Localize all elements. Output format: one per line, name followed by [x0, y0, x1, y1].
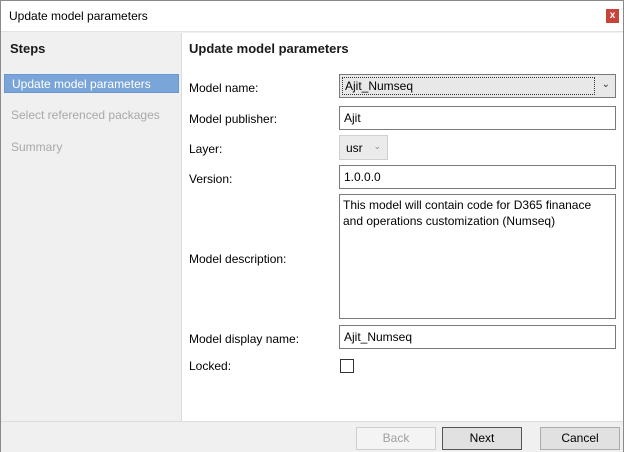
locked-label: Locked: [189, 359, 232, 373]
model-description-label: Model description: [189, 252, 287, 266]
step-update-model-parameters[interactable]: Update model parameters [4, 74, 179, 93]
version-label: Version: [189, 172, 233, 186]
title-bar: Update model parameters x [1, 1, 623, 32]
step-select-referenced-packages: Select referenced packages [11, 108, 160, 122]
version-input[interactable] [339, 165, 616, 189]
layer-label: Layer: [189, 142, 223, 156]
model-display-name-input[interactable] [339, 325, 616, 349]
close-icon[interactable]: x [606, 9, 619, 23]
window-title: Update model parameters [9, 9, 148, 23]
model-name-select[interactable]: Ajit_Numseq ⌄ [339, 74, 616, 98]
layer-value: usr [346, 141, 363, 155]
model-display-name-label: Model display name: [189, 332, 300, 346]
model-name-label: Model name: [189, 81, 259, 95]
steps-heading: Steps [10, 41, 46, 56]
dialog-footer: Back Next Cancel [1, 421, 623, 452]
step-summary: Summary [11, 140, 63, 154]
next-button[interactable]: Next [442, 427, 522, 450]
model-publisher-input[interactable] [339, 106, 616, 130]
model-publisher-label: Model publisher: [189, 112, 278, 126]
back-button[interactable]: Back [356, 427, 436, 450]
dialog-window: Update model parameters x Steps Update m… [0, 0, 624, 452]
model-description-textarea[interactable]: This model will contain code for D365 fi… [339, 194, 616, 319]
page-title: Update model parameters [189, 41, 349, 56]
main-panel: Update model parameters Model name: Ajit… [182, 33, 623, 421]
chevron-down-icon: ⌄ [373, 141, 381, 151]
model-name-value: Ajit_Numseq [342, 77, 595, 95]
locked-checkbox[interactable] [340, 359, 354, 373]
cancel-button[interactable]: Cancel [540, 427, 620, 450]
steps-sidebar: Steps Update model parameters Select ref… [1, 33, 182, 421]
chevron-down-icon: ⌄ [601, 79, 610, 90]
layer-select[interactable]: usr ⌄ [339, 135, 388, 160]
